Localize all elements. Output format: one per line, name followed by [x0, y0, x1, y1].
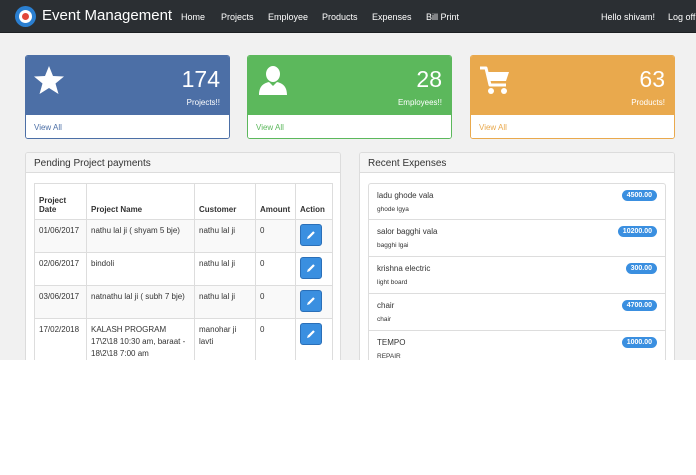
list-item[interactable]: TEMPO REPAIR 1000.00: [368, 331, 666, 360]
employees-count: 28: [416, 66, 442, 92]
list-item[interactable]: chair chair 4700.00: [368, 294, 666, 331]
nav-projects[interactable]: Projects: [221, 12, 254, 22]
payments-table: Project Date Project Name Customer Amoun…: [34, 183, 333, 360]
row-action: [295, 219, 333, 253]
expense-desc: chair: [377, 316, 392, 323]
brand-title[interactable]: Event Management: [42, 7, 172, 24]
nav-employee[interactable]: Employee: [268, 12, 308, 22]
row-name: KALASH PROGRAM 17\2\18 10:30 am, baraat …: [86, 318, 195, 360]
list-item[interactable]: ladu ghode vala ghode lgya 4500.00: [368, 183, 666, 220]
expense-amount-badge: 10200.00: [617, 226, 657, 237]
list-item[interactable]: salor bagghi vala bagghi lgai 10200.00: [368, 220, 666, 257]
projects-view-all-link[interactable]: View All: [34, 123, 62, 132]
col-customer: Customer: [194, 183, 256, 220]
products-stat-header: 63 Products!: [471, 56, 674, 115]
top-navbar: Event Management Home Projects Employee …: [0, 0, 696, 33]
expense-desc: bagghi lgai: [377, 242, 409, 249]
pencil-icon: [307, 297, 315, 305]
row-amount: 0: [255, 285, 296, 319]
expense-name: salor bagghi vala: [377, 227, 438, 236]
edit-button[interactable]: [300, 323, 322, 345]
row-name: natnathu lal ji ( subh 7 bje): [86, 285, 195, 319]
expense-name: ladu ghode vala: [377, 191, 434, 200]
projects-stat-card: 174 Projects!! View All: [25, 55, 230, 139]
expense-amount-badge: 300.00: [625, 263, 657, 274]
row-date: 03/06/2017: [34, 285, 87, 319]
col-project-date: Project Date: [34, 183, 87, 220]
expense-desc: ghode lgya: [377, 206, 409, 213]
employees-label: Employees!!: [397, 98, 442, 107]
target-logo-icon[interactable]: [15, 6, 36, 27]
row-amount: 0: [255, 219, 296, 253]
col-action: Action: [295, 183, 333, 220]
app-viewport: Event Management Home Projects Employee …: [0, 0, 696, 360]
expense-name: krishna electric: [377, 264, 431, 273]
pencil-icon: [307, 231, 315, 239]
table-row: 17/02/2018 KALASH PROGRAM 17\2\18 10:30 …: [34, 318, 333, 360]
nav-products[interactable]: Products: [322, 12, 358, 22]
row-date: 02/06/2017: [34, 252, 87, 286]
row-customer: manohar ji lavti: [194, 318, 256, 360]
row-amount: 0: [255, 252, 296, 286]
expense-name: chair: [377, 301, 395, 310]
nav-logoff[interactable]: Log off: [668, 12, 695, 22]
recent-expenses-panel: Recent Expenses ladu ghode vala ghode lg…: [359, 152, 675, 360]
products-view-all-link[interactable]: View All: [479, 123, 507, 132]
row-action: [295, 252, 333, 286]
edit-button[interactable]: [300, 224, 322, 246]
recent-expenses-header: Recent Expenses: [360, 153, 674, 173]
expense-desc: light board: [377, 279, 408, 286]
projects-stat-header: 174 Projects!!: [26, 56, 229, 115]
recent-expenses-title: Recent Expenses: [368, 158, 447, 169]
edit-button[interactable]: [300, 290, 322, 312]
products-count: 63: [639, 66, 665, 92]
pending-payments-title: Pending Project payments: [34, 158, 151, 169]
table-row: 02/06/2017 bindoli nathu lal ji 0: [34, 252, 333, 286]
row-date: 01/06/2017: [34, 219, 87, 253]
projects-count: 174: [181, 66, 220, 92]
row-amount: 0: [255, 318, 296, 360]
edit-button[interactable]: [300, 257, 322, 279]
expense-amount-badge: 4500.00: [621, 190, 657, 201]
employees-stat-header: 28 Employees!!: [248, 56, 451, 115]
list-item[interactable]: krishna electric light board 300.00: [368, 257, 666, 294]
expense-amount-badge: 1000.00: [621, 337, 657, 348]
row-name: nathu lal ji ( shyam 5 bje): [86, 219, 195, 253]
row-name: bindoli: [86, 252, 195, 286]
expense-desc: REPAIR: [377, 353, 401, 360]
col-amount: Amount: [255, 183, 296, 220]
pending-payments-header: Pending Project payments: [26, 153, 340, 173]
nav-expenses[interactable]: Expenses: [372, 12, 412, 22]
pencil-icon: [307, 330, 315, 338]
expense-amount-badge: 4700.00: [621, 300, 657, 311]
row-customer: nathu lal ji: [194, 219, 256, 253]
products-label: Products!: [631, 98, 665, 107]
projects-stat-footer: View All: [26, 115, 229, 138]
employees-view-all-link[interactable]: View All: [256, 123, 284, 132]
nav-greeting[interactable]: Hello shivam!: [601, 12, 655, 22]
row-date: 17/02/2018: [34, 318, 87, 360]
row-customer: nathu lal ji: [194, 285, 256, 319]
row-customer: nathu lal ji: [194, 252, 256, 286]
table-row: 01/06/2017 nathu lal ji ( shyam 5 bje) n…: [34, 219, 333, 253]
table-row: 03/06/2017 natnathu lal ji ( subh 7 bje)…: [34, 285, 333, 319]
nav-bill-print[interactable]: Bill Print: [426, 12, 459, 22]
pending-payments-panel: Pending Project payments Project Date Pr…: [25, 152, 341, 360]
pencil-icon: [307, 264, 315, 272]
expense-name: TEMPO: [377, 338, 406, 347]
row-action: [295, 285, 333, 319]
employees-stat-card: 28 Employees!! View All: [247, 55, 452, 139]
products-stat-footer: View All: [471, 115, 674, 138]
projects-label: Projects!!: [186, 98, 220, 107]
row-action: [295, 318, 333, 360]
products-stat-card: 63 Products! View All: [470, 55, 675, 139]
expenses-list: ladu ghode vala ghode lgya 4500.00 salor…: [368, 183, 666, 360]
col-project-name: Project Name: [86, 183, 195, 220]
user-icon: [259, 66, 287, 95]
star-icon: [34, 66, 64, 94]
nav-home[interactable]: Home: [181, 12, 205, 22]
employees-stat-footer: View All: [248, 115, 451, 138]
cart-icon: [480, 66, 509, 94]
